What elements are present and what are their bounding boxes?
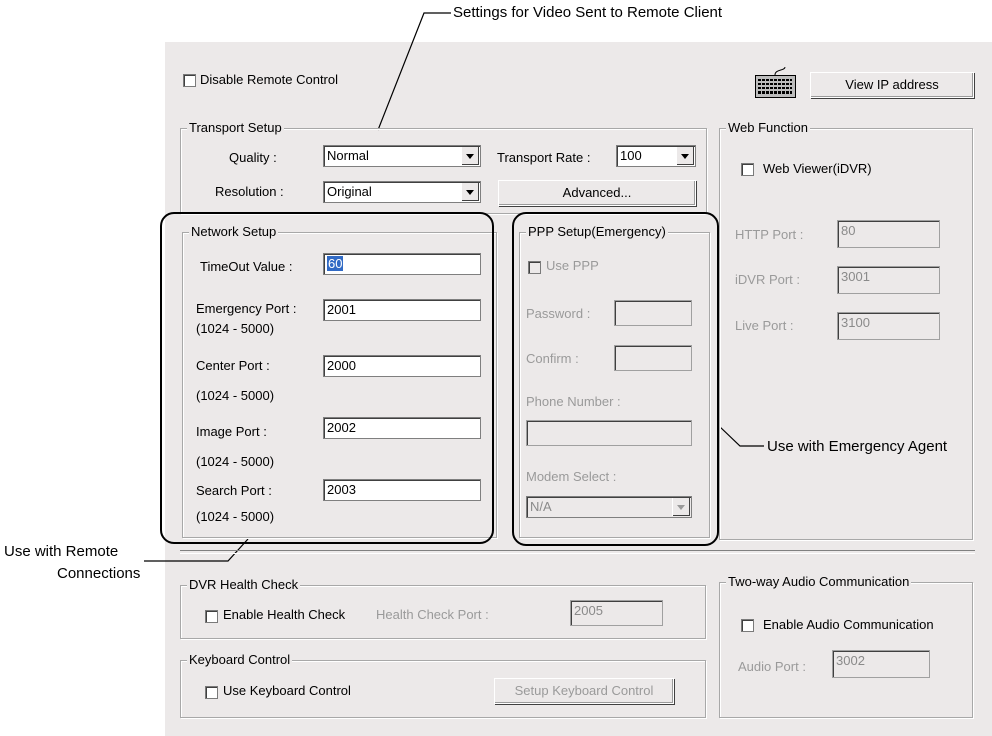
idvr-port-label: iDVR Port :: [735, 272, 801, 287]
live-port-input[interactable]: 3100: [837, 312, 940, 340]
web-function-title: Web Function: [726, 120, 810, 136]
view-ip-address-button[interactable]: View IP address: [810, 72, 974, 98]
disable-remote-control-label: Disable Remote Control: [200, 72, 339, 87]
transport-rate-value: 100: [620, 148, 642, 163]
advanced-button[interactable]: Advanced...: [498, 180, 696, 206]
use-keyboard-control-label: Use Keyboard Control: [223, 683, 351, 698]
web-viewer-checkbox[interactable]: [741, 163, 754, 176]
keyboard-control-title: Keyboard Control: [187, 652, 293, 668]
emergency-agent-callout: [512, 212, 719, 546]
chevron-down-icon[interactable]: [461, 183, 479, 201]
section-separator: [180, 550, 975, 554]
chevron-down-icon[interactable]: [461, 147, 479, 165]
enable-audio-checkbox[interactable]: [741, 619, 754, 632]
http-port-input[interactable]: 80: [837, 220, 940, 248]
quality-select[interactable]: Normal: [323, 145, 481, 167]
idvr-port-input[interactable]: 3001: [837, 266, 940, 294]
keyboard-icon: [755, 66, 796, 98]
live-port-label: Live Port :: [735, 318, 794, 333]
health-check-title: DVR Health Check: [187, 577, 301, 593]
enable-health-check-checkbox[interactable]: [205, 610, 218, 623]
annotation-remote-line1: Use with Remote: [4, 543, 119, 560]
enable-audio-label: Enable Audio Communication: [763, 617, 934, 632]
resolution-label: Resolution :: [215, 184, 284, 199]
disable-remote-control-checkbox[interactable]: [183, 74, 196, 87]
remote-connections-callout: [160, 212, 494, 544]
transport-rate-select[interactable]: 100: [616, 145, 696, 167]
quality-label: Quality :: [229, 150, 277, 165]
health-check-port-label: Health Check Port :: [376, 607, 489, 622]
setup-keyboard-control-button[interactable]: Setup Keyboard Control: [494, 678, 674, 704]
health-check-port-input[interactable]: 2005: [570, 600, 663, 626]
audio-port-label: Audio Port :: [738, 659, 806, 674]
enable-health-check-label: Enable Health Check: [223, 607, 346, 622]
chevron-down-icon[interactable]: [676, 147, 694, 165]
transport-rate-label: Transport Rate :: [497, 150, 591, 165]
transport-setup-title: Transport Setup: [187, 120, 284, 136]
quality-value: Normal: [327, 148, 369, 163]
use-keyboard-control-checkbox[interactable]: [205, 686, 218, 699]
audio-port-input[interactable]: 3002: [832, 650, 930, 678]
web-viewer-label: Web Viewer(iDVR): [763, 161, 872, 176]
annotation-remote-line2: Connections: [57, 565, 141, 582]
resolution-select[interactable]: Original: [323, 181, 481, 203]
http-port-label: HTTP Port :: [735, 227, 804, 242]
audio-communication-title: Two-way Audio Communication: [726, 574, 912, 590]
resolution-value: Original: [327, 184, 372, 199]
